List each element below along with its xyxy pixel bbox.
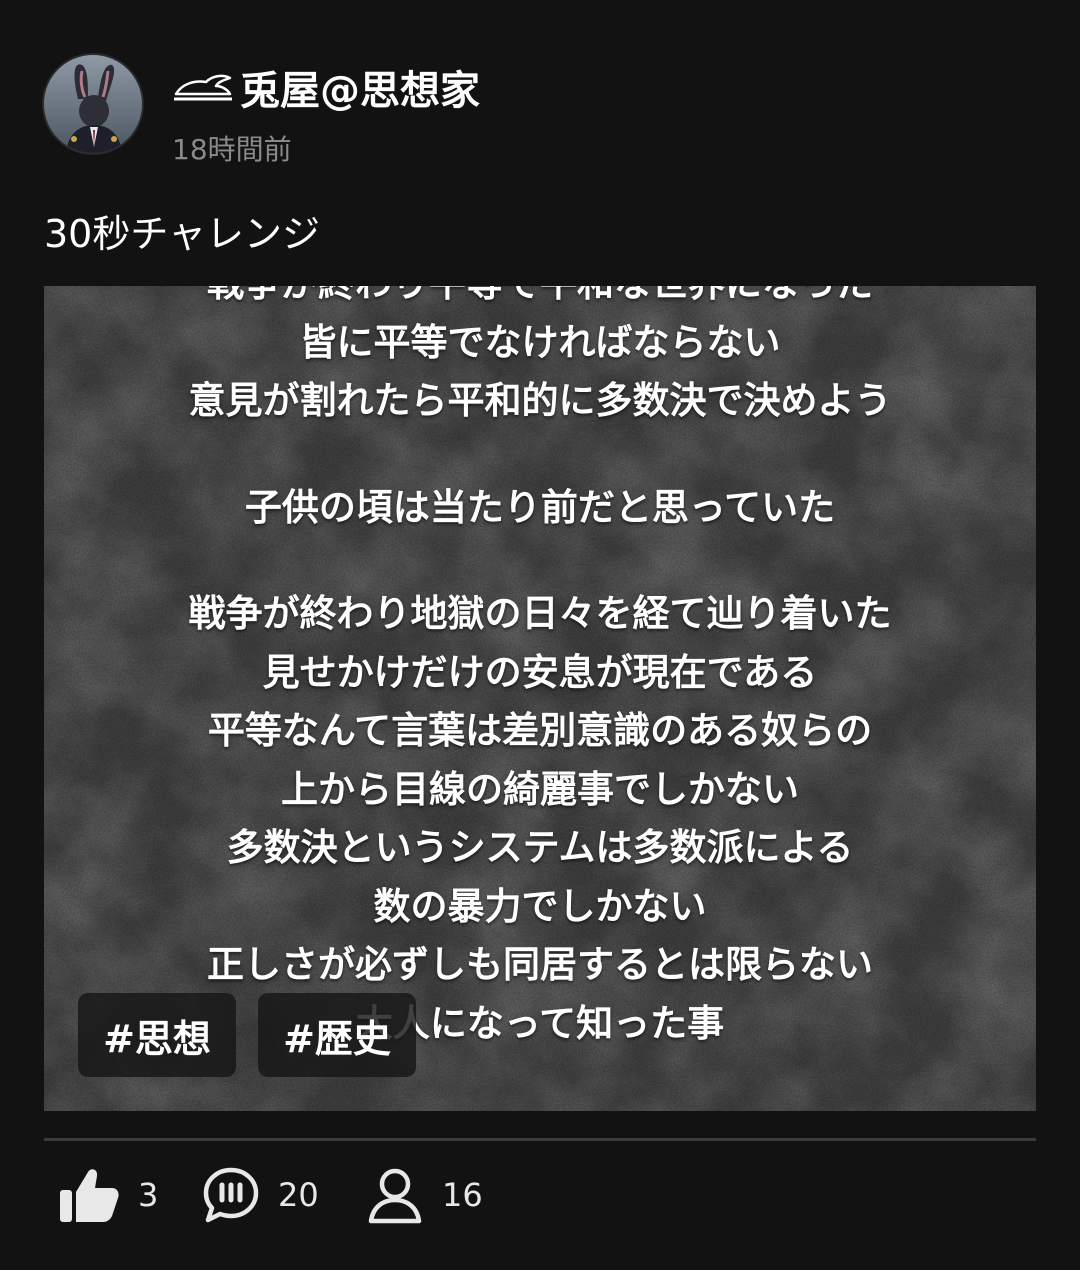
overlay-text-line: 戦争が終わり地獄の日々を経て辿り着いた bbox=[188, 592, 892, 635]
rabbit-avatar-image bbox=[44, 55, 142, 153]
overlay-text-line: 平等なんて言葉は差別意識のある奴らの bbox=[207, 709, 873, 752]
overlay-text-spacer bbox=[44, 537, 1036, 585]
author-name-text: 兎屋@思想家 bbox=[240, 68, 480, 114]
overlay-text-line: 数の暴力でしかない bbox=[373, 884, 707, 928]
comment-count: 20 bbox=[278, 1176, 319, 1214]
person-icon bbox=[368, 1168, 422, 1224]
comment-button[interactable]: 20 bbox=[202, 1163, 319, 1227]
overlay-text-block: 戦争が終わり平等で平和な世界になった 皆に平等でなければならない 意見が割れたら… bbox=[44, 286, 1036, 1053]
hashtag-history[interactable]: #歴史 bbox=[258, 993, 416, 1077]
overlay-text-line: 意見が割れたら平和的に多数決で決めよう bbox=[188, 379, 892, 422]
overlay-text-line: 見せかけだけの安息が現在である bbox=[262, 650, 818, 694]
post-caption: 30秒チャレンジ bbox=[44, 212, 320, 256]
comment-bubble-icon bbox=[203, 1167, 259, 1223]
overlay-text-line: 皆に平等でなければならない bbox=[299, 320, 781, 364]
overlay-text-line: 多数決というシステムは多数派による bbox=[226, 826, 854, 869]
like-button[interactable]: 3 bbox=[58, 1163, 158, 1227]
author-name[interactable]: 兎屋@思想家 bbox=[172, 58, 480, 116]
overlay-text-line: 正しさが必ずしも同居するとは限らない bbox=[207, 943, 873, 986]
post-media[interactable]: 戦争が終わり平等で平和な世界になった 皆に平等でなければならない 意見が割れたら… bbox=[44, 286, 1036, 1111]
hashtag-thought[interactable]: #思想 bbox=[78, 993, 236, 1077]
overlay-text-line: 子供の頃は当たり前だと思っていた bbox=[244, 485, 836, 529]
like-count: 3 bbox=[138, 1176, 159, 1214]
thumbs-up-icon bbox=[60, 1169, 119, 1222]
rabbit-mark-icon bbox=[174, 74, 232, 101]
participants-button[interactable]: 16 bbox=[366, 1163, 483, 1227]
post-timestamp: 18時間前 bbox=[172, 133, 292, 166]
overlay-text-line: 上から目線の綺麗事でしかない bbox=[281, 767, 799, 811]
participant-count: 16 bbox=[442, 1176, 483, 1214]
author-avatar[interactable] bbox=[44, 55, 142, 153]
overlay-text-spacer bbox=[44, 431, 1036, 479]
overlay-text-line: 戦争が終わり平等で平和な世界になった bbox=[44, 286, 1036, 314]
divider bbox=[44, 1138, 1036, 1141]
